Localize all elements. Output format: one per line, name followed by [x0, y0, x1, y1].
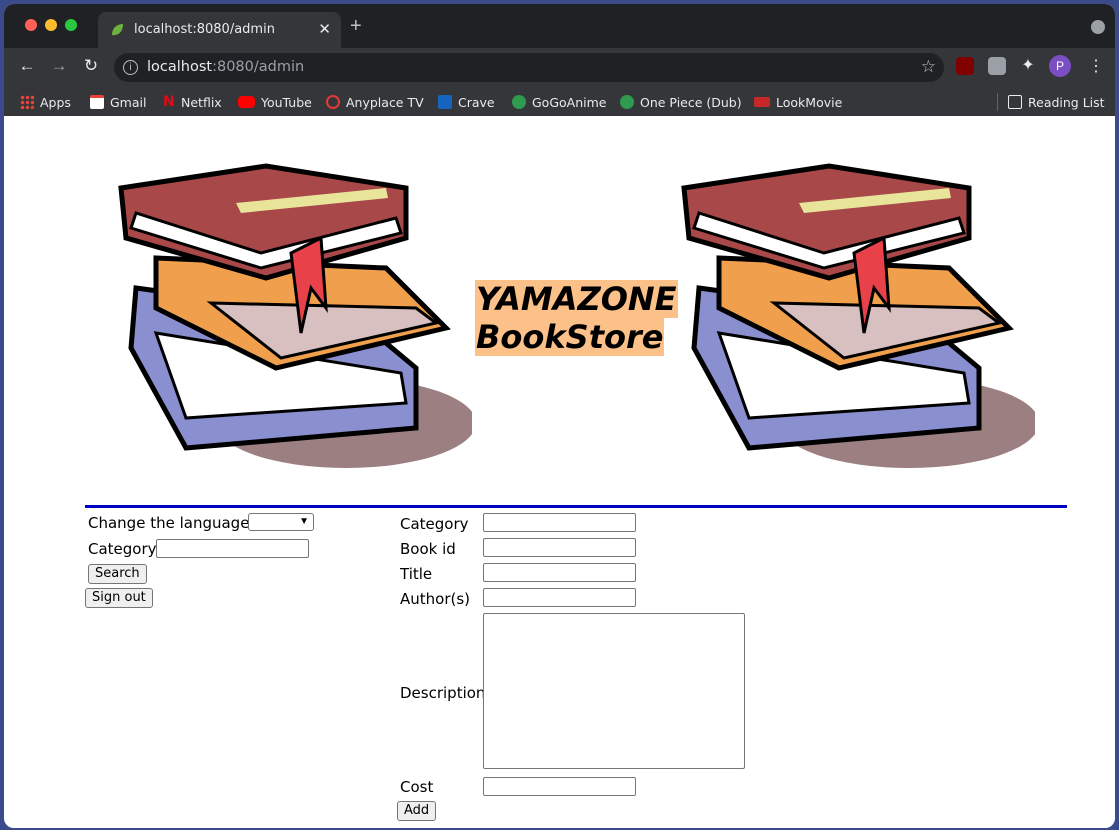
apps-grid-icon: [20, 95, 34, 109]
bookmark-lookmovie[interactable]: LookMovie: [754, 93, 842, 111]
reload-icon[interactable]: ↻: [80, 56, 102, 76]
brand-line2: BookStore: [475, 318, 665, 356]
reading-list[interactable]: Reading List: [1008, 93, 1105, 111]
bookmark-apps[interactable]: Apps: [20, 93, 71, 111]
bookmark-youtube[interactable]: YouTube: [238, 93, 312, 111]
sign-out-button[interactable]: Sign out: [85, 588, 153, 608]
category-search-label: Category: [88, 540, 157, 558]
bookmarks-separator: [997, 93, 998, 111]
page-content: YAMAZONE BookStore Change the language: …: [4, 116, 1115, 828]
cost-field[interactable]: [483, 777, 636, 796]
spring-leaf-icon: [112, 24, 123, 36]
description-textarea[interactable]: [483, 613, 745, 769]
youtube-icon: [238, 96, 255, 108]
category-label: Category: [400, 515, 469, 533]
browser-menu-icon[interactable]: ⋮: [1088, 56, 1104, 76]
language-select[interactable]: ▼: [248, 513, 314, 531]
crave-icon: [438, 95, 452, 109]
minimize-window-button[interactable]: [45, 19, 57, 31]
title-field[interactable]: [483, 563, 636, 582]
bookmark-netflix[interactable]: N Netflix: [163, 93, 222, 111]
category-field[interactable]: [483, 513, 636, 532]
title-label: Title: [400, 565, 433, 583]
close-tab-icon[interactable]: ✕: [318, 20, 331, 38]
bookmark-star-icon[interactable]: ☆: [921, 57, 936, 77]
bookmarks-bar: Apps Gmail N Netflix YouTube Anyplace TV…: [4, 87, 1115, 117]
profile-avatar[interactable]: P: [1049, 55, 1071, 77]
bookmark-anyplace-tv[interactable]: Anyplace TV: [326, 93, 424, 111]
netflix-icon: N: [163, 94, 175, 110]
chevron-down-icon: ▼: [299, 516, 309, 527]
browser-window: localhost:8080/admin ✕ + ← → ↻ i localho…: [4, 4, 1115, 828]
anyplace-tv-icon: [326, 95, 340, 109]
search-button[interactable]: Search: [88, 564, 147, 584]
back-icon[interactable]: ←: [16, 56, 38, 76]
header-divider: [85, 505, 1067, 508]
tab-search-icon[interactable]: [1091, 20, 1105, 34]
language-label: Change the language:: [88, 514, 255, 532]
authors-label: Author(s): [400, 590, 471, 608]
bookmark-crave[interactable]: Crave: [438, 93, 495, 111]
books-stack-image: [681, 163, 1035, 468]
forward-icon[interactable]: →: [48, 56, 70, 76]
tab-strip: localhost:8080/admin ✕ +: [4, 4, 1115, 48]
new-tab-button[interactable]: +: [350, 15, 362, 38]
category-search-input[interactable]: [156, 539, 309, 558]
bookmark-gogoanime[interactable]: GoGoAnime: [512, 93, 606, 111]
bookmark-gmail[interactable]: Gmail: [90, 93, 146, 111]
lookmovie-icon: [754, 97, 770, 107]
url-text[interactable]: localhost:8080/admin: [147, 59, 304, 75]
authors-field[interactable]: [483, 588, 636, 607]
puzzle-extensions-icon[interactable]: ✦: [1017, 55, 1039, 75]
zoom-window-button[interactable]: [65, 19, 77, 31]
reading-list-icon: [1008, 95, 1022, 109]
address-bar[interactable]: i localhost:8080/admin ☆: [114, 53, 944, 82]
brand-line1: YAMAZONE: [475, 280, 678, 318]
tv-icon: [512, 95, 526, 109]
book-id-label: Book id: [400, 540, 456, 558]
site-info-icon[interactable]: i: [123, 60, 138, 75]
browser-tab[interactable]: localhost:8080/admin ✕: [98, 12, 341, 48]
books-stack-image: [118, 163, 472, 468]
gmail-icon: [90, 95, 104, 109]
tv-icon: [620, 95, 634, 109]
brand-title: YAMAZONE BookStore: [475, 280, 678, 356]
extension-icon[interactable]: [988, 57, 1006, 75]
browser-toolbar: ← → ↻ i localhost:8080/admin ☆ ✦ P ⋮: [4, 48, 1115, 87]
close-window-button[interactable]: [25, 19, 37, 31]
description-label: Description: [400, 684, 486, 702]
book-id-field[interactable]: [483, 538, 636, 557]
add-button[interactable]: Add: [397, 801, 437, 821]
cost-label: Cost: [400, 778, 434, 796]
tab-title: localhost:8080/admin: [134, 22, 275, 37]
ublock-extension-icon[interactable]: [956, 57, 974, 75]
bookmark-one-piece[interactable]: One Piece (Dub): [620, 93, 742, 111]
